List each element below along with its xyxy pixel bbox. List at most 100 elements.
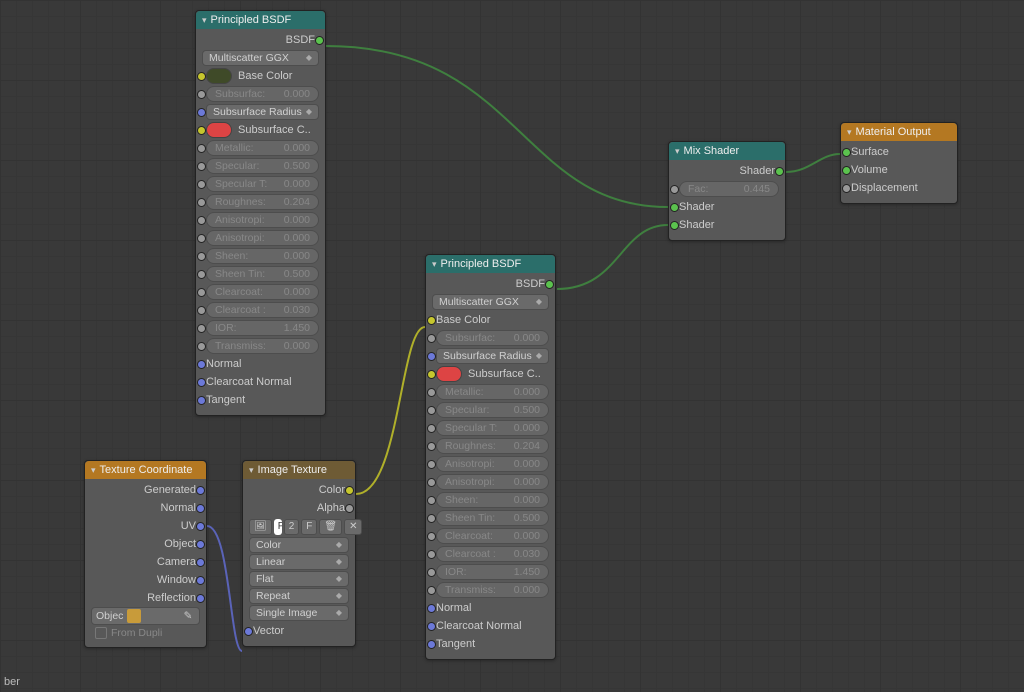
close-icon[interactable]: ✕	[344, 519, 362, 535]
image-name-field[interactable]: Pho	[274, 519, 282, 535]
node-header[interactable]: ▾ Principled BSDF	[426, 255, 555, 273]
value-slider[interactable]: Anisotropi:0.000	[436, 474, 549, 490]
image-fake-user[interactable]: F	[301, 519, 317, 535]
collapse-icon[interactable]: ▾	[675, 146, 680, 157]
collapse-icon[interactable]: ▾	[91, 465, 96, 476]
value-slider[interactable]: Clearcoat :0.030	[436, 546, 549, 562]
socket-input[interactable]	[427, 550, 436, 559]
input-row[interactable]: Sheen Tin:0.500	[432, 509, 549, 527]
socket-shader-out[interactable]	[775, 167, 784, 176]
socket-input[interactable]	[197, 234, 206, 243]
vector-dropdown[interactable]: Subsurface Radius◆	[436, 348, 549, 364]
node-header[interactable]: ▾ Texture Coordinate	[85, 461, 206, 479]
input-row[interactable]: Tangent	[432, 635, 549, 653]
input-row[interactable]: Clearcoat:0.000	[432, 527, 549, 545]
socket-input[interactable]	[197, 198, 206, 207]
value-slider[interactable]: Subsurfac:0.000	[206, 86, 319, 102]
from-dupli-checkbox[interactable]: From Dupli	[91, 625, 200, 641]
value-slider[interactable]: Transmiss:0.000	[436, 582, 549, 598]
value-slider[interactable]: Specular T:0.000	[436, 420, 549, 436]
unlink-icon[interactable]: 🗑	[319, 519, 342, 535]
image-users[interactable]: 2	[284, 519, 300, 535]
socket-input[interactable]	[427, 640, 436, 649]
socket-input[interactable]	[197, 72, 206, 81]
value-slider[interactable]: Sheen:0.000	[436, 492, 549, 508]
collapse-icon[interactable]: ▾	[432, 259, 437, 270]
socket-displacement-in[interactable]	[842, 184, 851, 193]
input-row[interactable]: Clearcoat Normal	[202, 373, 319, 391]
socket-input[interactable]	[427, 496, 436, 505]
value-slider[interactable]: Anisotropi:0.000	[436, 456, 549, 472]
socket-input[interactable]	[197, 144, 206, 153]
eyedropper-icon[interactable]: ✎	[181, 609, 195, 623]
collapse-icon[interactable]: ▾	[202, 15, 207, 26]
distribution-dropdown[interactable]: Multiscatter GGX◆	[432, 294, 549, 310]
socket-input[interactable]	[197, 306, 206, 315]
distribution-dropdown[interactable]: Multiscatter GGX◆	[202, 50, 319, 66]
collapse-icon[interactable]: ▾	[249, 465, 254, 476]
input-row[interactable]: Base Color	[432, 311, 549, 329]
socket-input[interactable]	[197, 324, 206, 333]
socket-input[interactable]	[427, 478, 436, 487]
value-slider[interactable]: Sheen Tin:0.500	[436, 510, 549, 526]
input-row[interactable]: Subsurface C..	[202, 121, 319, 139]
socket-input[interactable]	[427, 622, 436, 631]
socket-input[interactable]	[197, 126, 206, 135]
object-picker[interactable]: Objec ✎	[91, 607, 200, 625]
socket-input[interactable]	[197, 162, 206, 171]
value-slider[interactable]: Metallic:0.000	[436, 384, 549, 400]
node-material-output[interactable]: ▾ Material Output Surface Volume Displac…	[840, 122, 958, 204]
socket-input[interactable]	[197, 90, 206, 99]
value-slider[interactable]: Metallic:0.000	[206, 140, 319, 156]
socket-input[interactable]	[197, 342, 206, 351]
socket-vector-out[interactable]	[196, 486, 205, 495]
socket-input[interactable]	[427, 586, 436, 595]
collapse-icon[interactable]: ▾	[847, 127, 852, 138]
input-row[interactable]: Transmiss:0.000	[202, 337, 319, 355]
socket-shader1-in[interactable]	[670, 203, 679, 212]
imgtex-dropdown[interactable]: Single Image◆	[249, 605, 349, 621]
socket-input[interactable]	[427, 442, 436, 451]
input-row[interactable]: Metallic:0.000	[432, 383, 549, 401]
value-slider[interactable]: Anisotropi:0.000	[206, 212, 319, 228]
socket-input[interactable]	[197, 288, 206, 297]
input-row[interactable]: IOR:1.450	[202, 319, 319, 337]
input-row[interactable]: Anisotropi:0.000	[432, 473, 549, 491]
node-image-texture[interactable]: ▾ Image Texture Color Alpha 🖼 Pho 2 F 🗑 …	[242, 460, 356, 647]
imgtex-dropdown[interactable]: Repeat◆	[249, 588, 349, 604]
socket-shader2-in[interactable]	[670, 221, 679, 230]
input-row[interactable]: Anisotropi:0.000	[202, 211, 319, 229]
socket-input[interactable]	[427, 370, 436, 379]
socket-vector-out[interactable]	[196, 594, 205, 603]
input-row[interactable]: Specular T:0.000	[202, 175, 319, 193]
value-slider[interactable]: IOR:1.450	[436, 564, 549, 580]
input-row[interactable]: Clearcoat Normal	[432, 617, 549, 635]
socket-input[interactable]	[197, 216, 206, 225]
image-datablock-row[interactable]: 🖼 Pho 2 F 🗑 ✕	[249, 518, 349, 536]
socket-bsdf-out[interactable]	[315, 36, 324, 45]
socket-bsdf-out[interactable]	[545, 280, 554, 289]
socket-vector-out[interactable]	[196, 540, 205, 549]
imgtex-dropdown[interactable]: Linear◆	[249, 554, 349, 570]
socket-input[interactable]	[427, 532, 436, 541]
input-row[interactable]: Normal	[432, 599, 549, 617]
color-swatch[interactable]	[206, 68, 232, 84]
input-row[interactable]: Sheen Tin:0.500	[202, 265, 319, 283]
input-row[interactable]: Clearcoat :0.030	[432, 545, 549, 563]
node-mix-shader[interactable]: ▾ Mix Shader Shader Fac: 0.445 Shader Sh…	[668, 141, 786, 241]
value-slider[interactable]: Sheen Tin:0.500	[206, 266, 319, 282]
vector-dropdown[interactable]: Subsurface Radius◆	[206, 104, 319, 120]
node-texture-coordinate[interactable]: ▾ Texture Coordinate GeneratedNormalUVOb…	[84, 460, 207, 648]
input-row[interactable]: Specular:0.500	[202, 157, 319, 175]
socket-input[interactable]	[197, 360, 206, 369]
input-row[interactable]: Specular T:0.000	[432, 419, 549, 437]
socket-vector-out[interactable]	[196, 558, 205, 567]
imgtex-dropdown[interactable]: Flat◆	[249, 571, 349, 587]
socket-input[interactable]	[197, 252, 206, 261]
image-browse-icon[interactable]: 🖼	[249, 519, 272, 535]
socket-input[interactable]	[427, 460, 436, 469]
value-slider[interactable]: Roughnes:0.204	[436, 438, 549, 454]
socket-input[interactable]	[197, 180, 206, 189]
node-principled-bsdf-b[interactable]: ▾ Principled BSDF BSDF Multiscatter GGX◆…	[425, 254, 556, 660]
socket-vector-out[interactable]	[196, 522, 205, 531]
